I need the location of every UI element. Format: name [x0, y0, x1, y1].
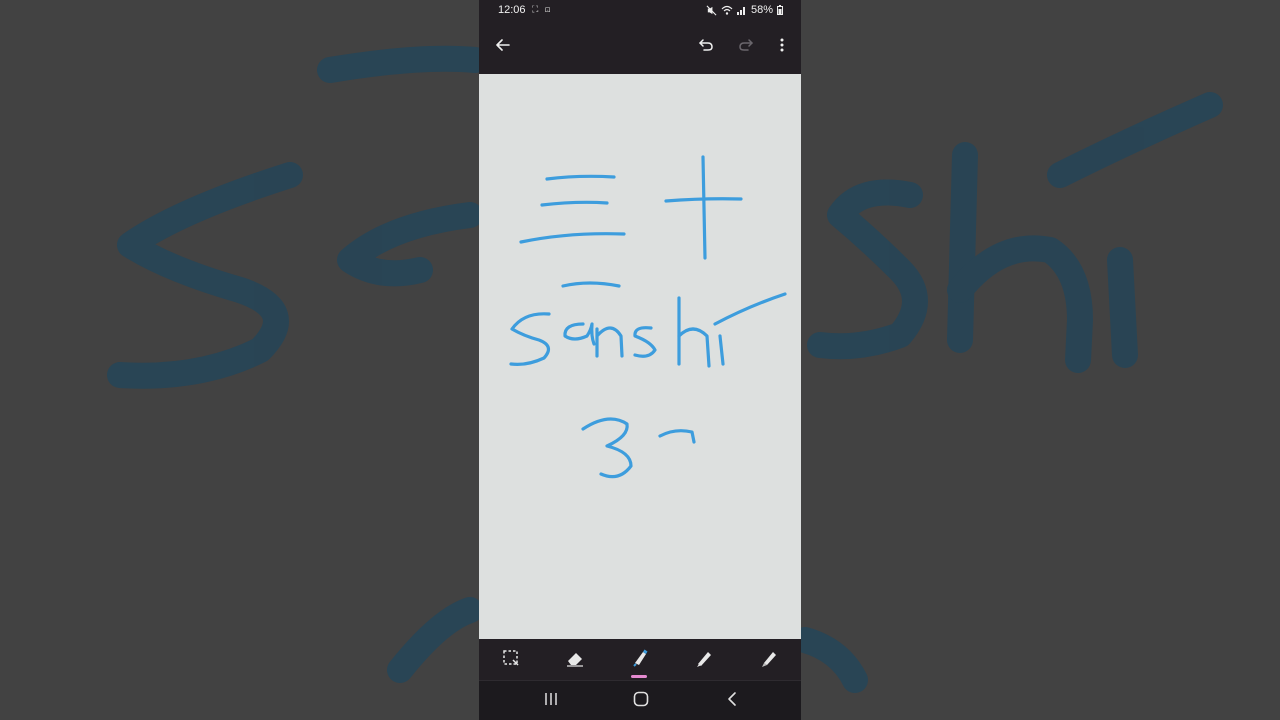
home-icon [633, 691, 649, 712]
more-options-button[interactable] [769, 34, 795, 60]
system-nav-bar [479, 680, 801, 720]
eraser-icon [565, 649, 585, 672]
wifi-icon [721, 5, 733, 16]
status-time: 12:06 [498, 4, 526, 16]
home-button[interactable] [630, 691, 652, 711]
recents-icon [543, 692, 559, 711]
status-right-group: 58% [706, 4, 783, 16]
drawing-toolbar [479, 639, 801, 679]
drawing-canvas[interactable] [479, 74, 801, 639]
back-arrow-button[interactable] [490, 34, 516, 60]
app-bar [479, 22, 801, 74]
nav-back-button[interactable] [721, 691, 743, 711]
eraser-tool-button[interactable] [564, 649, 586, 671]
redo-button[interactable] [733, 34, 759, 60]
battery-icon [777, 5, 783, 15]
undo-icon [698, 37, 714, 58]
selection-tool-button[interactable] [500, 649, 522, 671]
battery-percent: 58% [750, 4, 773, 16]
pencil-tool-button[interactable] [758, 649, 780, 671]
pencil-icon [759, 648, 779, 673]
signal-icon [736, 5, 747, 15]
arrow-left-icon [495, 37, 511, 58]
pen-tool-button[interactable] [693, 649, 715, 671]
selection-icon [502, 649, 520, 672]
pen-icon [694, 648, 714, 673]
mute-icon [706, 5, 717, 16]
chevron-left-icon [726, 691, 738, 712]
recents-button[interactable] [540, 691, 562, 711]
highlighter-icon [630, 648, 650, 673]
highlighter-tool-button[interactable] [629, 649, 651, 671]
handwriting-strokes [509, 155, 787, 479]
more-vert-icon [779, 37, 785, 58]
active-tool-indicator [631, 675, 647, 678]
undo-button[interactable] [693, 34, 719, 60]
status-bar: 12:06 ⛶ ⊡ 58% [479, 0, 801, 22]
notification-icons: ⛶ ⊡ [532, 4, 553, 14]
redo-icon [738, 37, 754, 58]
phone-screen: 12:06 ⛶ ⊡ 58% [479, 0, 801, 720]
